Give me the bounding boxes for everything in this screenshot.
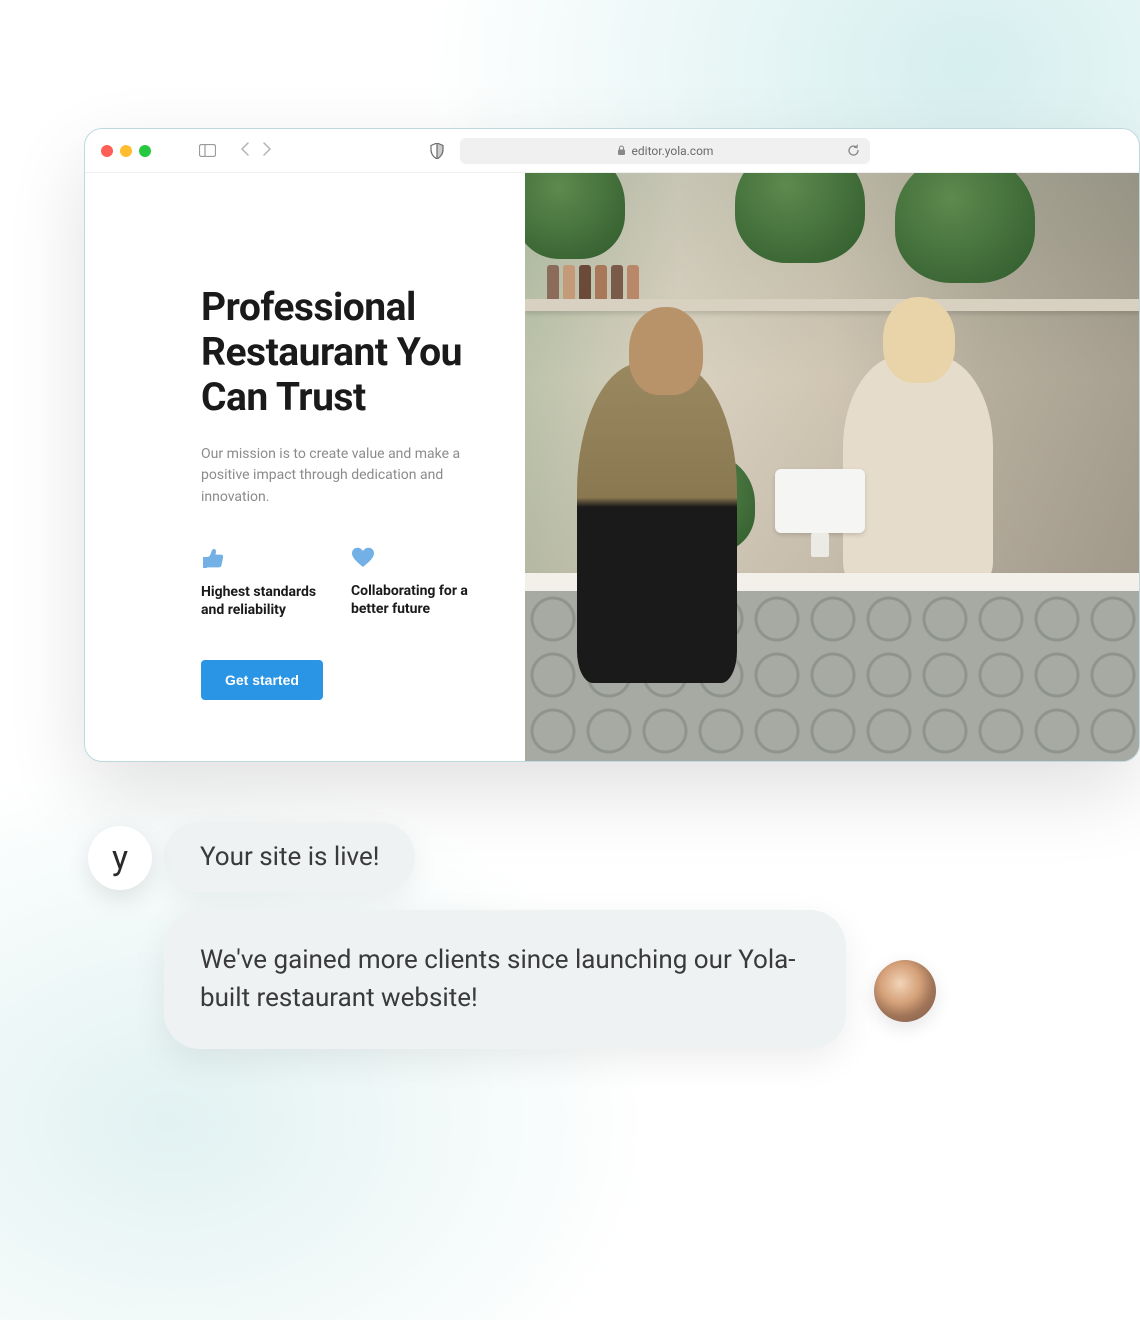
- plant-decoration: [895, 173, 1035, 283]
- traffic-lights: [101, 145, 151, 157]
- close-window-button[interactable]: [101, 145, 113, 157]
- heart-icon: [351, 547, 471, 568]
- thumbs-up-icon: [201, 547, 321, 569]
- forward-button[interactable]: [263, 141, 272, 160]
- hero-text-column: Professional Restaurant You Can Trust Ou…: [85, 173, 525, 761]
- bottle-decoration: [547, 265, 559, 301]
- tablet-illustration: [775, 469, 865, 533]
- get-started-button[interactable]: Get started: [201, 660, 323, 700]
- plant-decoration: [735, 173, 865, 263]
- page-content: Professional Restaurant You Can Trust Ou…: [85, 173, 1139, 761]
- refresh-icon[interactable]: [847, 144, 860, 157]
- feature-row: Highest standards and reliability Collab…: [201, 547, 505, 621]
- nav-arrows: [240, 141, 272, 160]
- user-avatar: [874, 960, 936, 1022]
- hero-headline: Professional Restaurant You Can Trust: [201, 285, 505, 420]
- hero-mission: Our mission is to create value and make …: [201, 444, 461, 509]
- address-bar[interactable]: editor.yola.com: [460, 138, 870, 164]
- maximize-window-button[interactable]: [139, 145, 151, 157]
- feature-title: Highest standards and reliability: [201, 583, 321, 621]
- feature-standards: Highest standards and reliability: [201, 547, 321, 621]
- plant-decoration: [525, 173, 625, 259]
- person-illustration: [843, 355, 993, 585]
- chat-text: We've gained more clients since launchin…: [200, 945, 795, 1013]
- browser-window: editor.yola.com Professional Restaurant …: [84, 128, 1140, 762]
- chat-text: Your site is live!: [200, 842, 379, 872]
- browser-toolbar: editor.yola.com: [85, 129, 1139, 173]
- sidebar-toggle-icon[interactable]: [199, 144, 216, 157]
- bottle-decoration: [579, 265, 591, 301]
- bottle-decoration: [563, 265, 575, 301]
- person-illustration: [577, 363, 737, 683]
- lock-icon: [617, 145, 626, 156]
- chat-bubble-system: Your site is live!: [164, 822, 415, 892]
- shelf-decoration: [525, 299, 1139, 311]
- hero-image: [525, 173, 1139, 761]
- system-avatar: y: [88, 826, 152, 890]
- back-button[interactable]: [240, 141, 249, 160]
- bottle-decoration: [627, 265, 639, 301]
- bottle-decoration: [595, 265, 607, 301]
- feature-collab: Collaborating for a better future: [351, 547, 471, 621]
- minimize-window-button[interactable]: [120, 145, 132, 157]
- url-text: editor.yola.com: [632, 144, 714, 158]
- bottle-decoration: [611, 265, 623, 301]
- privacy-shield-icon[interactable]: [430, 143, 444, 159]
- feature-title: Collaborating for a better future: [351, 582, 471, 620]
- chat-bubble-user: We've gained more clients since launchin…: [164, 910, 846, 1049]
- avatar-letter: y: [112, 838, 128, 878]
